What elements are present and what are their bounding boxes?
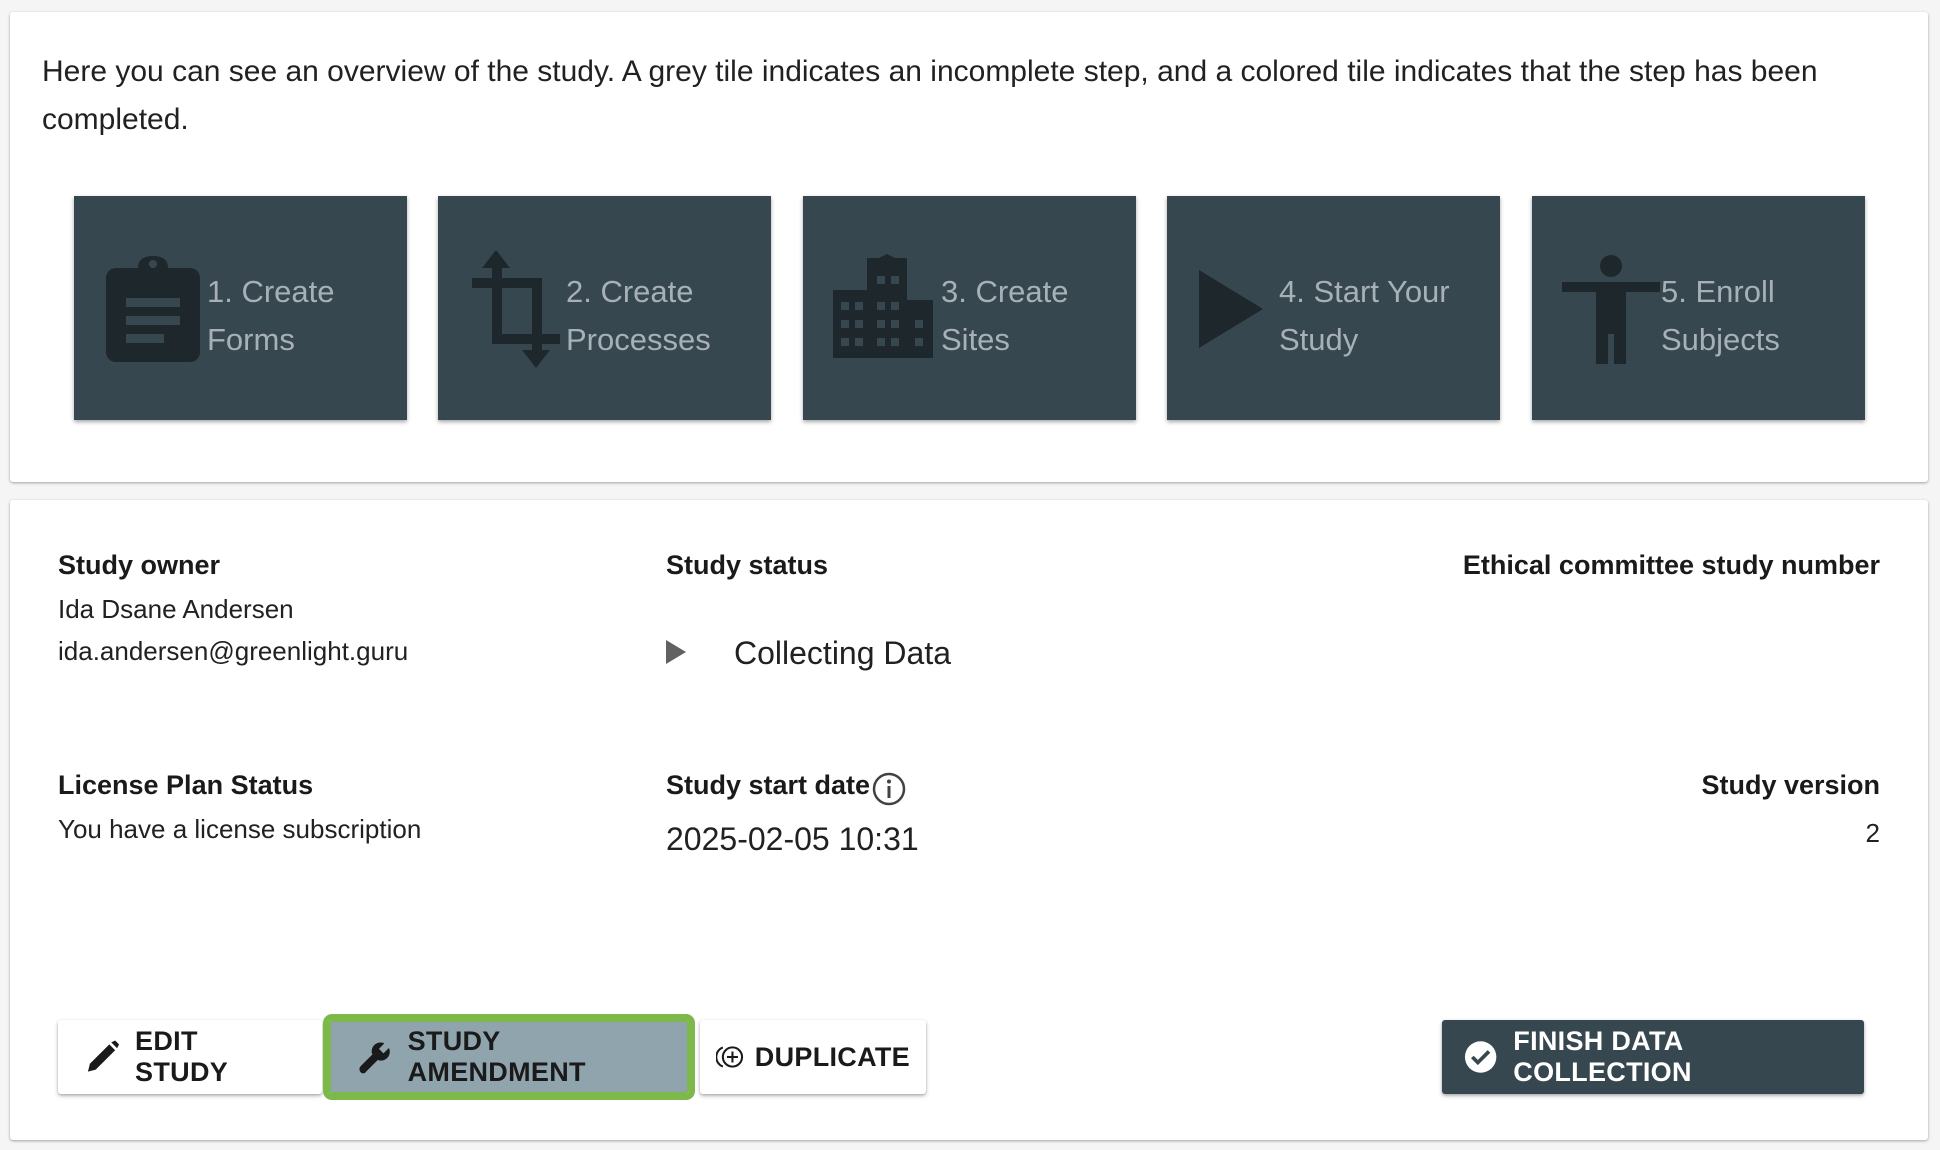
- step-tile-create-sites[interactable]: 3. Create Sites: [803, 196, 1136, 420]
- step-label: 2. Create Processes: [566, 274, 711, 357]
- license-status-value: You have a license subscription: [58, 814, 422, 844]
- study-version-value: 2: [1865, 818, 1880, 848]
- duplicate-icon: [716, 1046, 744, 1068]
- study-amendment-label: STUDY AMENDMENT: [407, 1026, 586, 1087]
- study-status-label: Study status: [666, 550, 829, 580]
- crop-icon: [472, 250, 560, 368]
- study-owner-label: Study owner: [58, 550, 221, 580]
- edit-study-label: EDIT STUDY: [135, 1026, 229, 1087]
- study-amendment-button[interactable]: STUDY AMENDMENT: [323, 1014, 695, 1100]
- step-label: 5. Enroll Subjects: [1661, 274, 1780, 357]
- person-icon: [1562, 255, 1660, 364]
- study-version-label: Study version: [1701, 770, 1880, 800]
- play-icon: [1199, 270, 1263, 348]
- play-icon: [666, 640, 686, 664]
- overview-intro-text: Here you can see an overview of the stud…: [42, 55, 1818, 136]
- finish-data-collection-button[interactable]: FINISH DATA COLLECTION: [1442, 1020, 1864, 1094]
- finish-data-collection-label: FINISH DATA COLLECTION: [1513, 1026, 1692, 1087]
- license-status-label: License Plan Status: [58, 770, 314, 800]
- duplicate-label: DUPLICATE: [754, 1041, 910, 1072]
- step-label: 4. Start Your Study: [1279, 274, 1450, 357]
- ethics-number-label: Ethical committee study number: [1462, 550, 1880, 580]
- start-date-label: Study start date: [666, 770, 871, 800]
- study-overview-card: Here you can see an overview of the stud…: [10, 12, 1928, 482]
- start-date-value: 2025-02-05 10:31: [666, 821, 919, 857]
- step-label: 1. Create Forms: [207, 274, 335, 357]
- edit-study-button[interactable]: EDIT STUDY: [58, 1020, 322, 1094]
- study-owner-email: ida.andersen@greenlight.guru: [58, 636, 409, 666]
- step-label: 3. Create Sites: [941, 274, 1069, 357]
- building-icon: [833, 254, 933, 358]
- study-owner-name: Ida Dsane Andersen: [58, 594, 294, 624]
- wrench-icon: [359, 1042, 390, 1074]
- duplicate-button[interactable]: DUPLICATE: [700, 1020, 926, 1094]
- check-circle-icon: [1464, 1041, 1497, 1073]
- step-tile-start-study[interactable]: 4. Start Your Study: [1167, 196, 1500, 420]
- step-tile-create-forms[interactable]: 1. Create Forms: [74, 196, 407, 420]
- study-status-value: Collecting Data: [734, 635, 951, 671]
- info-icon[interactable]: [872, 772, 906, 806]
- step-tile-enroll-subjects[interactable]: 5. Enroll Subjects: [1532, 196, 1865, 420]
- pencil-icon: [87, 1040, 120, 1072]
- step-tile-create-processes[interactable]: 2. Create Processes: [438, 196, 771, 420]
- clipboard-icon: [106, 256, 200, 362]
